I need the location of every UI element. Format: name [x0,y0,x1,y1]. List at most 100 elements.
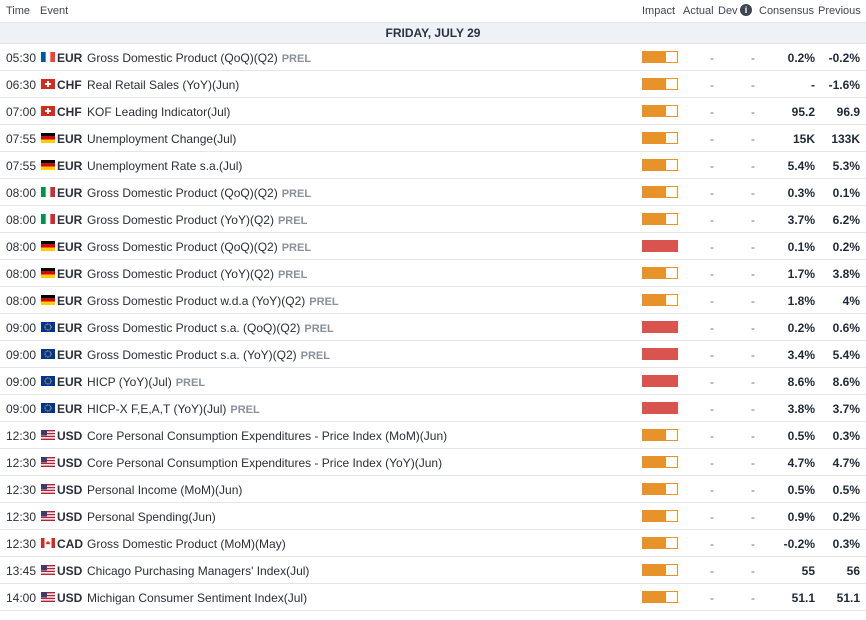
event-name[interactable]: Gross Domestic Product (MoM)(May) [87,537,286,551]
event-name[interactable]: KOF Leading Indicator(Jul) [87,105,230,119]
event-title[interactable]: Gross Domestic Product (QoQ)(Q2) [87,51,278,65]
event-title[interactable]: Gross Domestic Product (QoQ)(Q2) [87,186,278,200]
event-title[interactable]: Unemployment Change(Jul) [87,132,236,146]
impact-bar [642,321,678,333]
usa-flag-icon [41,592,55,602]
event-row[interactable]: 13:45 USD Chicago Purchasing Managers' Ind… [0,557,866,584]
event-name[interactable]: Real Retail Sales (YoY)(Jun) [87,78,239,92]
event-title[interactable]: Personal Spending(Jun) [87,510,216,524]
prel-badge: PREL [309,296,339,308]
header-impact[interactable]: Impact [642,5,675,17]
header-event[interactable]: Event [40,5,68,17]
event-row[interactable]: 08:00 EUR Gross Domestic Product w.d.a (Yo… [0,287,866,314]
switzerland-flag-icon [41,106,55,116]
currency-code: EUR [57,132,83,146]
event-row[interactable]: 08:00 EUR Gross Domestic Product (QoQ)(Q2)… [0,233,866,260]
event-title[interactable]: Gross Domestic Product (YoY)(Q2) [87,267,274,281]
event-title[interactable]: Gross Domestic Product (MoM)(May) [87,537,286,551]
event-row[interactable]: 09:00 EUR Gross Domestic Product s.a. (QoQ… [0,314,866,341]
currency-code: EUR [57,321,83,335]
deviation-value: - [751,348,755,362]
event-row[interactable]: 14:00 USD Michigan Consumer Sentiment Inde… [0,584,866,611]
event-time: 09:00 [6,402,37,416]
event-name[interactable]: Gross Domestic Product s.a. (QoQ)(Q2) PRE… [87,321,334,335]
usa-flag-icon [41,484,55,494]
event-row[interactable]: 12:30 USD Personal Spending(Jun) - - 0.9% 0.2% [0,503,866,530]
event-row[interactable]: 09:00 EUR HICP (YoY)(Jul) PREL - - 8.6% 8.6% [0,368,866,395]
event-name[interactable]: Gross Domestic Product s.a. (YoY)(Q2) PRE… [87,348,330,362]
event-name[interactable]: Gross Domestic Product (QoQ)(Q2) PREL [87,240,311,254]
event-title[interactable]: Gross Domestic Product (QoQ)(Q2) [87,240,278,254]
event-name[interactable]: HICP (YoY)(Jul) PREL [87,375,205,389]
event-title[interactable]: Personal Income (MoM)(Jun) [87,483,242,497]
event-name[interactable]: HICP-X F,E,A,T (YoY)(Jul) PREL [87,402,260,416]
previous-value: -0.2% [828,51,860,65]
event-title[interactable]: Gross Domestic Product s.a. (YoY)(Q2) [87,348,297,362]
header-actual[interactable]: Actual [683,5,714,17]
event-row[interactable]: 12:30 CAD Gross Domestic Product (MoM)(May… [0,530,866,557]
event-time: 09:00 [6,348,37,362]
header-time[interactable]: Time [6,5,30,17]
event-title[interactable]: Real Retail Sales (YoY)(Jun) [87,78,239,92]
info-icon[interactable]: i [740,4,752,16]
event-row[interactable]: 09:00 EUR Gross Domestic Product s.a. (YoY… [0,341,866,368]
event-title[interactable]: Gross Domestic Product w.d.a (YoY)(Q2) [87,294,305,308]
event-row[interactable]: 06:30 CHF Real Retail Sales (YoY)(Jun) - - - -… [0,71,866,98]
actual-value: - [710,429,714,443]
consensus-value: 0.2% [787,51,815,65]
event-title[interactable]: HICP (YoY)(Jul) [87,375,172,389]
currency-code: EUR [57,294,83,308]
event-title[interactable]: Gross Domestic Product s.a. (QoQ)(Q2) [87,321,300,335]
germany-flag-icon [41,241,55,251]
event-title[interactable]: Gross Domestic Product (YoY)(Q2) [87,213,274,227]
header-dev[interactable]: Dev [718,5,738,17]
event-time: 08:00 [6,213,37,227]
event-name[interactable]: Core Personal Consumption Expenditures -… [87,429,447,443]
event-row[interactable]: 05:30 EUR Gross Domestic Product (QoQ)(Q2)… [0,44,866,71]
event-name[interactable]: Gross Domestic Product (QoQ)(Q2) PREL [87,186,311,200]
event-name[interactable]: Michigan Consumer Sentiment Index(Jul) [87,591,307,605]
prel-badge: PREL [281,188,312,200]
event-name[interactable]: Personal Income (MoM)(Jun) [87,483,242,497]
event-name[interactable]: Unemployment Rate s.a.(Jul) [87,159,242,173]
eu-flag-icon [41,322,55,332]
event-name[interactable]: Chicago Purchasing Managers' Index(Jul) [87,564,309,578]
event-title[interactable]: Core Personal Consumption Expenditures -… [87,456,442,470]
event-row[interactable]: 07:55 EUR Unemployment Rate s.a.(Jul) - - 5.4… [0,152,866,179]
header-previous[interactable]: Previous [818,5,861,17]
event-title[interactable]: Chicago Purchasing Managers' Index(Jul) [87,564,309,578]
event-row[interactable]: 12:30 USD Personal Income (MoM)(Jun) - - 0.5%… [0,476,866,503]
consensus-value: -0.2% [783,537,815,551]
event-name[interactable]: Core Personal Consumption Expenditures -… [87,456,442,470]
event-name[interactable]: Gross Domestic Product (QoQ)(Q2) PREL [87,51,311,65]
event-row[interactable]: 07:55 EUR Unemployment Change(Jul) - - 15K 133… [0,125,866,152]
switzerland-flag-icon [41,79,55,89]
event-name[interactable]: Personal Spending(Jun) [87,510,216,524]
event-row[interactable]: 07:00 CHF KOF Leading Indicator(Jul) - - 95.2… [0,98,866,125]
event-title[interactable]: KOF Leading Indicator(Jul) [87,105,230,119]
event-title[interactable]: Michigan Consumer Sentiment Index(Jul) [87,591,307,605]
event-row[interactable]: 08:00 EUR Gross Domestic Product (YoY)(Q2)… [0,260,866,287]
actual-value: - [710,321,714,335]
actual-value: - [710,105,714,119]
event-title[interactable]: Core Personal Consumption Expenditures -… [87,429,447,443]
date-group-header: FRIDAY, JULY 29 [0,23,866,44]
deviation-value: - [751,429,755,443]
event-time: 13:45 [6,564,37,578]
event-time: 06:30 [6,78,37,92]
event-name[interactable]: Unemployment Change(Jul) [87,132,236,146]
event-name[interactable]: Gross Domestic Product (YoY)(Q2) PREL [87,213,307,227]
event-row[interactable]: 09:00 EUR HICP-X F,E,A,T (YoY)(Jul) PREL - - 3… [0,395,866,422]
event-title[interactable]: Unemployment Rate s.a.(Jul) [87,159,242,173]
header-consensus[interactable]: Consensus [759,5,814,17]
event-row[interactable]: 08:00 EUR Gross Domestic Product (QoQ)(Q2)… [0,179,866,206]
previous-value: 8.6% [832,375,860,389]
event-name[interactable]: Gross Domestic Product w.d.a (YoY)(Q2) PR… [87,294,339,308]
event-row[interactable]: 12:30 USD Core Personal Consumption Expend… [0,449,866,476]
previous-value: 5.3% [832,159,860,173]
event-row[interactable]: 08:00 EUR Gross Domestic Product (YoY)(Q2)… [0,206,866,233]
deviation-value: - [751,456,755,470]
event-title[interactable]: HICP-X F,E,A,T (YoY)(Jul) [87,402,226,416]
event-row[interactable]: 12:30 USD Core Personal Consumption Expend… [0,422,866,449]
event-name[interactable]: Gross Domestic Product (YoY)(Q2) PREL [87,267,307,281]
